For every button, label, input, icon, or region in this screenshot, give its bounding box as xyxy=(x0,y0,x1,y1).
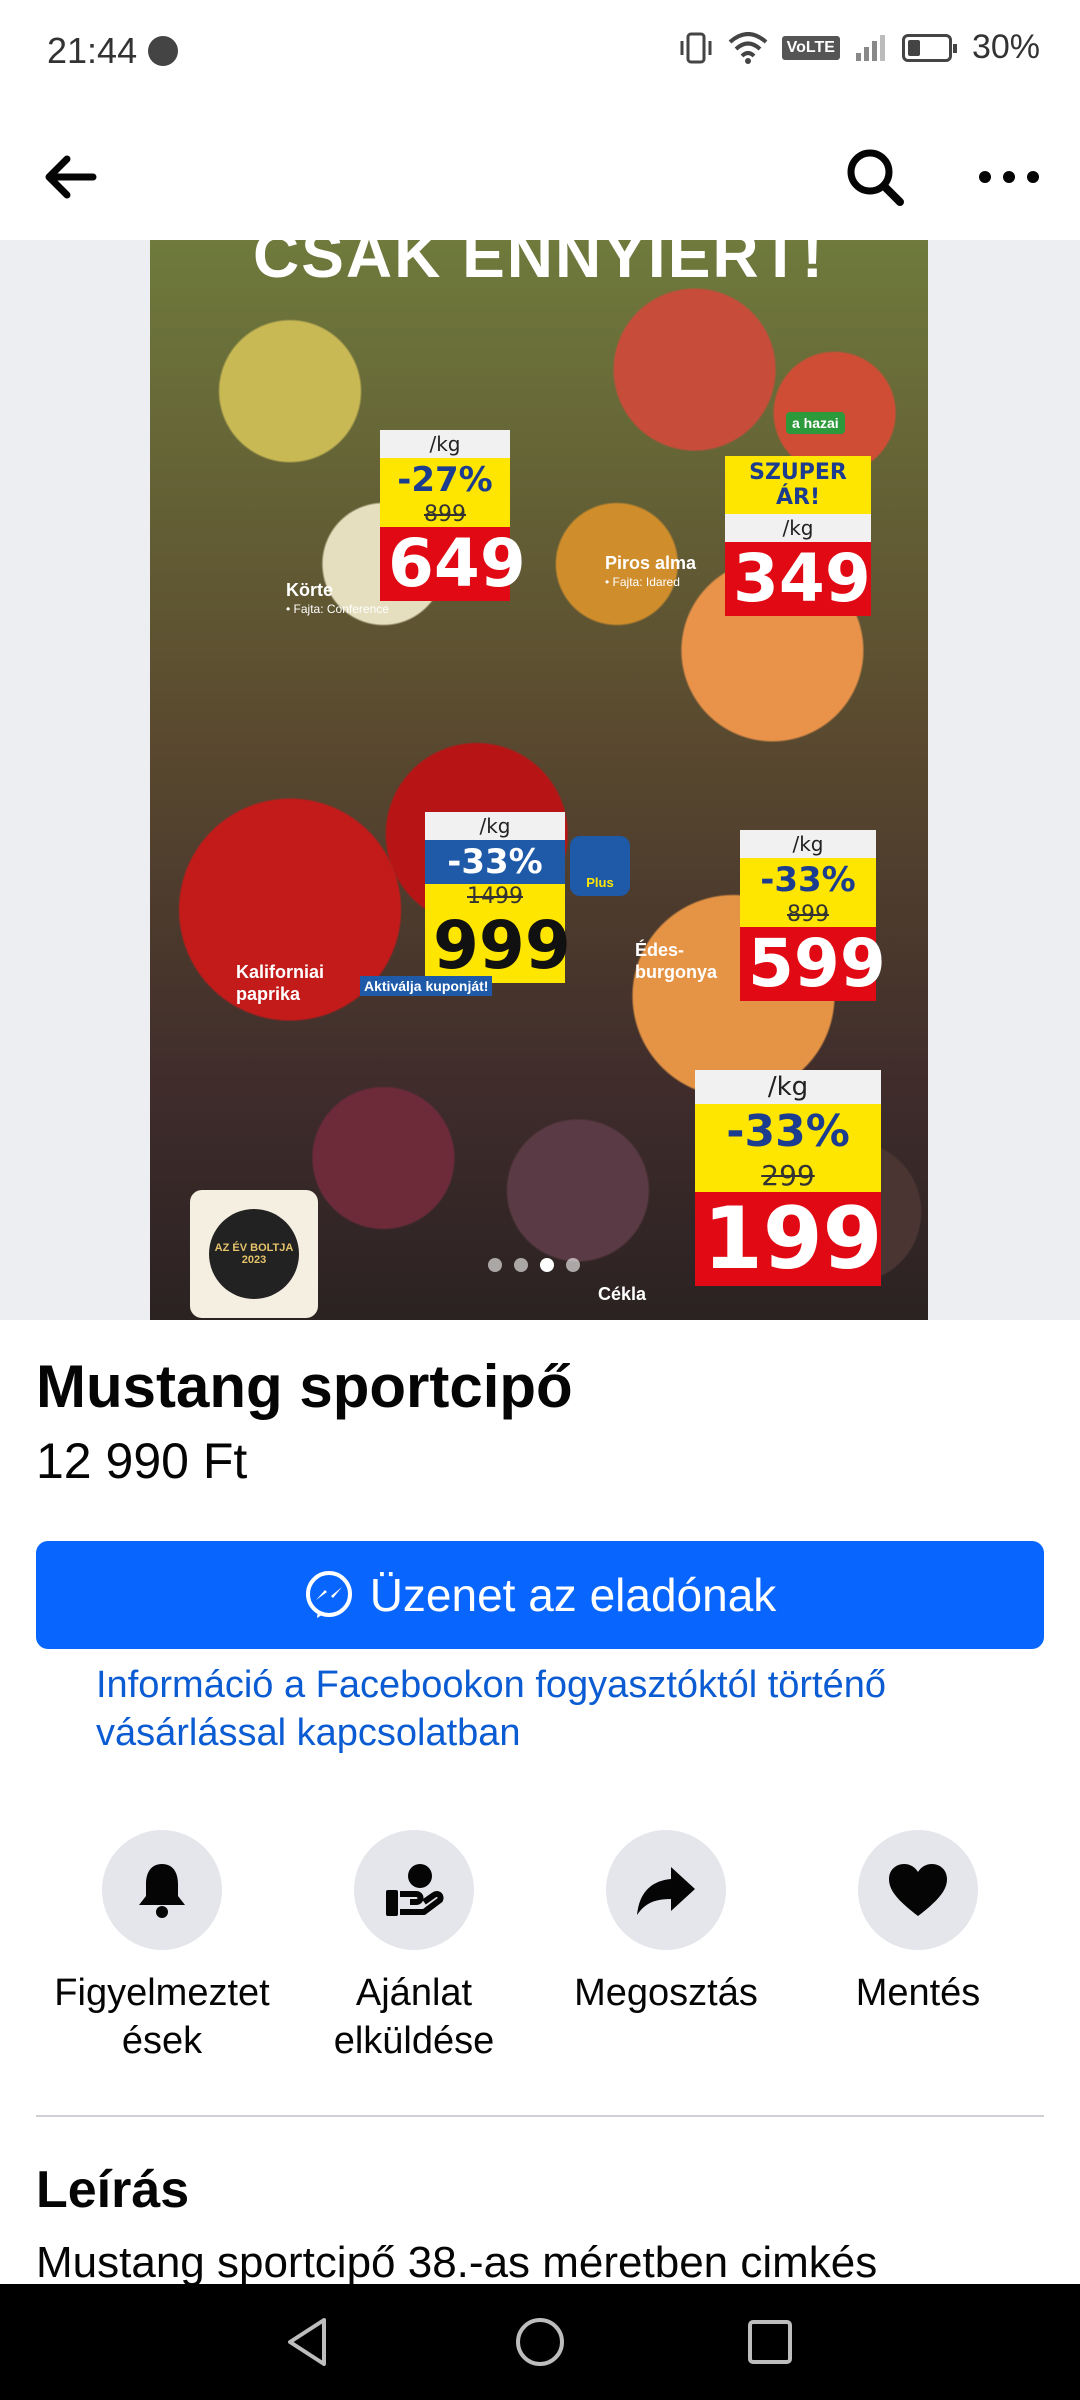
price-unit: /kg xyxy=(425,812,565,840)
arrow-left-icon[interactable] xyxy=(36,142,106,212)
coupon-label: Aktiválja kuponját! xyxy=(360,976,493,996)
share-icon[interactable] xyxy=(606,1830,726,1950)
price-tag-korte: /kg -27% 899 649 xyxy=(380,430,526,601)
flyer-heading: CSAK ENNYIÉRT! xyxy=(252,240,826,291)
alerts-action[interactable]: Figyelmeztet ések xyxy=(36,1830,288,2065)
volte-badge: VoLTE xyxy=(781,35,840,60)
save-action[interactable]: Mentés xyxy=(792,1830,1044,2018)
offer-icon[interactable] xyxy=(354,1830,474,1950)
wifi-icon xyxy=(728,31,767,64)
price-old: 1499 xyxy=(425,884,565,909)
listing-price: 12 990 Ft xyxy=(36,1433,248,1489)
price-tag-paprika: /kg -33% 1499 999 xyxy=(425,812,571,983)
product-photo: CSAK ENNYIÉRT! /kg -27% 899 649 Körte • … xyxy=(150,240,928,1320)
price-current: 199 xyxy=(695,1192,883,1286)
price-tag-cekla: /kg -33% 299 199 xyxy=(695,1070,883,1286)
signal-icon xyxy=(855,34,885,61)
product-name: Piros alma xyxy=(605,553,697,573)
back-triangle-icon[interactable] xyxy=(280,2314,336,2370)
heart-icon[interactable] xyxy=(858,1830,978,1950)
price-old: 299 xyxy=(695,1159,881,1192)
action-row: Figyelmeztet ések Ajánlat elküldése Mego… xyxy=(0,1830,1080,2062)
price-unit: /kg xyxy=(725,514,871,542)
price-old: 899 xyxy=(740,902,876,927)
price-discount: -27% xyxy=(380,458,510,502)
share-label: Megosztás xyxy=(574,1972,758,2014)
purchase-info-link[interactable]: Információ a Facebookon fogyasztóktól tö… xyxy=(96,1662,1016,1757)
messenger-icon xyxy=(148,36,178,66)
super-price-badge: SZUPER ÁR! xyxy=(725,456,871,514)
price-discount: -33% xyxy=(425,840,565,884)
product-label-alma: Piros alma • Fajta: Idared xyxy=(605,553,696,589)
pager-dot[interactable] xyxy=(488,1258,502,1272)
product-label-korte: Körte • Fajta: Conference xyxy=(286,580,389,616)
home-circle-icon[interactable] xyxy=(512,2314,568,2370)
pager-dot-active[interactable] xyxy=(540,1258,554,1272)
product-variety: • Fajta: Conference xyxy=(286,601,389,616)
send-offer-label: Ajánlat elküldése xyxy=(333,1972,495,2062)
message-seller-button[interactable]: Üzenet az eladónak xyxy=(36,1541,1044,1649)
price-old: 899 xyxy=(380,502,510,527)
messenger-icon xyxy=(305,1571,352,1618)
product-image-carousel[interactable]: CSAK ENNYIÉRT! /kg -27% 899 649 Körte • … xyxy=(0,240,1080,1320)
battery-percent: 30% xyxy=(971,28,1040,66)
message-seller-label: Üzenet az eladónak xyxy=(369,1569,777,1621)
price-tag-edesburgonya: /kg -33% 899 599 xyxy=(740,830,886,1001)
more-icon[interactable] xyxy=(974,142,1044,212)
status-bar: 21:44 VoLTE 30% xyxy=(0,0,1080,100)
price-current: 349 xyxy=(725,542,871,616)
status-time: 21:44 xyxy=(47,30,138,71)
product-name: Cékla xyxy=(598,1284,647,1304)
system-nav-bar xyxy=(0,2284,1080,2400)
price-unit: /kg xyxy=(740,830,876,858)
app-bar xyxy=(0,100,1080,242)
bell-icon[interactable] xyxy=(102,1830,222,1950)
price-current: 649 xyxy=(380,527,526,601)
product-label-cekla: Cékla xyxy=(598,1284,646,1306)
save-label: Mentés xyxy=(855,1972,981,2014)
price-discount: -33% xyxy=(740,858,876,902)
price-unit: /kg xyxy=(695,1070,881,1104)
pager-dot[interactable] xyxy=(514,1258,528,1272)
pager-dot[interactable] xyxy=(566,1258,580,1272)
battery-icon xyxy=(901,33,957,62)
price-discount: -33% xyxy=(695,1104,881,1159)
store-of-year-badge: AZ ÉV BOLTJA 2023 xyxy=(190,1190,318,1318)
search-icon[interactable] xyxy=(840,142,910,212)
description-text: Mustang sportcipő 38.-as méretben cimkés xyxy=(36,2238,878,2287)
product-name: Édes-burgonya xyxy=(635,940,718,982)
product-name: Kaliforniai paprika xyxy=(236,962,325,1004)
recents-square-icon[interactable] xyxy=(742,2314,798,2370)
product-variety: • Fajta: Idared xyxy=(605,574,680,589)
badge-text: AZ ÉV BOLTJA 2023 xyxy=(209,1209,299,1299)
send-offer-action[interactable]: Ajánlat elküldése xyxy=(288,1830,540,2065)
status-icons: VoLTE 30% xyxy=(678,28,1040,67)
price-current: 599 xyxy=(740,927,886,1001)
listing-title: Mustang sportcipő xyxy=(36,1353,573,1420)
alerts-label: Figyelmeztet ések xyxy=(54,1972,270,2062)
share-action[interactable]: Megosztás xyxy=(540,1830,792,2018)
vibrate-icon xyxy=(680,32,712,63)
price-tag-alma: SZUPER ÁR! /kg 349 xyxy=(725,456,871,616)
lidl-plus-icon: Plus xyxy=(570,836,630,896)
product-label-paprika: Kaliforniai paprika xyxy=(236,962,346,1005)
section-divider xyxy=(36,2115,1044,2117)
hazai-badge: a hazai xyxy=(786,412,845,434)
price-unit: /kg xyxy=(380,430,510,458)
description-heading: Leírás xyxy=(36,2161,190,2219)
price-current: 999 xyxy=(425,909,571,983)
product-label-edesburgonya: Édes-burgonya xyxy=(635,940,735,983)
carousel-pager[interactable] xyxy=(488,1258,580,1272)
product-name: Körte xyxy=(286,580,334,600)
